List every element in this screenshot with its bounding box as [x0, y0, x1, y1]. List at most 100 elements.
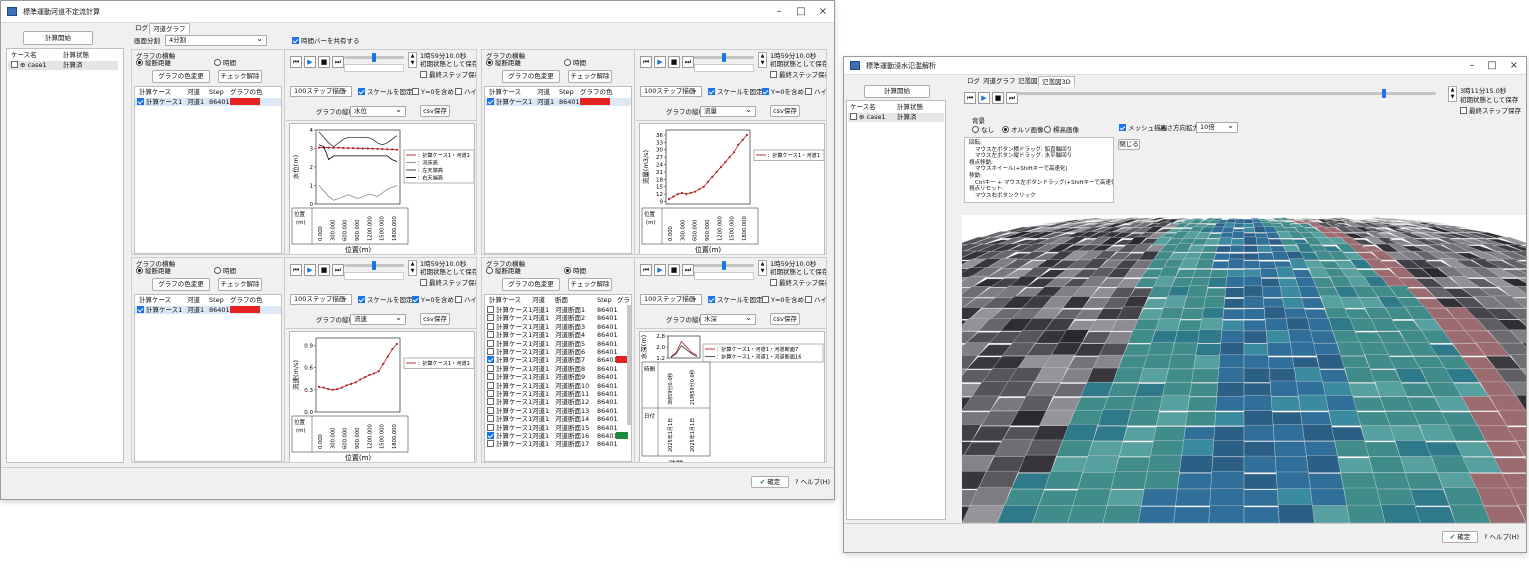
final-step-checkbox[interactable]: [770, 279, 777, 286]
row-checkbox[interactable]: [487, 339, 494, 347]
save-initial-label[interactable]: 初期状態として保存: [420, 60, 476, 68]
change-color-button[interactable]: グラフの色変更: [152, 278, 210, 291]
close-button[interactable]: 閉じる: [1118, 139, 1140, 150]
split-select[interactable]: 4分割: [165, 35, 267, 46]
play-icon[interactable]: ▶: [304, 56, 316, 68]
first-frame-icon[interactable]: ⏮: [964, 92, 976, 104]
final-step-checkbox[interactable]: [770, 71, 777, 78]
stop-icon[interactable]: ■: [668, 264, 680, 276]
step-draw-select[interactable]: 100ステップ描画: [640, 86, 702, 97]
row-checkbox[interactable]: [137, 98, 144, 105]
include-zero-checkbox[interactable]: [762, 88, 769, 95]
row-color-swatch[interactable]: [230, 306, 260, 313]
x-axis-distance-radio[interactable]: [486, 267, 493, 274]
row-checkbox[interactable]: [487, 381, 494, 389]
final-step-checkbox[interactable]: [1460, 107, 1467, 114]
row-checkbox[interactable]: [487, 348, 494, 355]
bg-ortho-radio[interactable]: [1002, 126, 1009, 133]
uncheck-all-button[interactable]: チェック解除: [568, 278, 612, 291]
maximize-icon[interactable]: □: [791, 4, 811, 19]
row-checkbox[interactable]: [487, 314, 494, 322]
time-spinner[interactable]: ▲ ▼: [408, 52, 417, 68]
last-frame-icon[interactable]: ⏭: [682, 56, 694, 68]
hyeto-checkbox[interactable]: [805, 296, 812, 303]
time-slider-thumb[interactable]: [372, 53, 376, 62]
uncheck-all-button[interactable]: チェック解除: [218, 278, 262, 291]
fix-scale-checkbox[interactable]: [708, 88, 715, 95]
close-icon[interactable]: ×: [1504, 58, 1524, 73]
y-axis-select[interactable]: 水深: [700, 314, 756, 325]
x-axis-distance-radio[interactable]: [136, 267, 143, 274]
table-scrollbar[interactable]: [627, 305, 631, 425]
include-zero-checkbox[interactable]: [412, 88, 419, 95]
row-checkbox[interactable]: [487, 331, 494, 339]
csv-save-button[interactable]: csv保存: [770, 105, 800, 117]
time-spinner[interactable]: ▲ ▼: [408, 260, 417, 276]
row-checkbox[interactable]: [487, 306, 494, 313]
tab-flood-map[interactable]: 氾濫図: [1015, 76, 1041, 87]
row-checkbox[interactable]: [487, 415, 494, 423]
csv-save-button[interactable]: csv保存: [770, 313, 800, 325]
row-color-swatch[interactable]: [580, 98, 610, 105]
hyeto-checkbox[interactable]: [455, 88, 462, 95]
help-button[interactable]: ? ヘルプ(H): [795, 478, 830, 486]
fix-scale-checkbox[interactable]: [358, 296, 365, 303]
x-axis-time-radio[interactable]: [214, 59, 221, 66]
time-slider[interactable]: [1016, 89, 1436, 98]
y-axis-select[interactable]: 流量: [700, 106, 756, 117]
time-spinner[interactable]: ▲ ▼: [758, 52, 767, 68]
row-checkbox[interactable]: [487, 406, 494, 414]
final-step-checkbox[interactable]: [420, 71, 427, 78]
minimize-icon[interactable]: –: [1462, 58, 1482, 73]
play-icon[interactable]: ▶: [654, 56, 666, 68]
first-frame-icon[interactable]: ⏮: [640, 56, 652, 68]
y-axis-select[interactable]: 水位: [350, 106, 406, 117]
bg-elev-radio[interactable]: [1044, 126, 1051, 133]
time-slider[interactable]: [344, 261, 404, 270]
play-icon[interactable]: ▶: [654, 264, 666, 276]
row-checkbox[interactable]: [487, 356, 494, 364]
step-draw-select[interactable]: 100ステップ描画: [640, 294, 702, 305]
maximize-icon[interactable]: □: [1482, 58, 1502, 73]
x-axis-distance-radio[interactable]: [136, 59, 143, 66]
mesh-draw-checkbox[interactable]: [1119, 124, 1126, 131]
first-frame-icon[interactable]: ⏮: [640, 264, 652, 276]
y-axis-select[interactable]: 流速: [350, 314, 406, 325]
tab-flood-map-3d[interactable]: 氾濫図3D: [1038, 76, 1075, 87]
time-slider[interactable]: [694, 261, 754, 270]
csv-save-button[interactable]: csv保存: [420, 313, 450, 325]
uncheck-all-button[interactable]: チェック解除: [568, 70, 612, 83]
bg-none-radio[interactable]: [972, 126, 979, 133]
row-checkbox[interactable]: [487, 322, 494, 330]
last-frame-icon[interactable]: ⏭: [332, 56, 344, 68]
share-time-bar-checkbox[interactable]: [292, 37, 299, 44]
row-checkbox[interactable]: [487, 432, 494, 439]
tab-river-graph[interactable]: 河道グラフ: [980, 76, 1019, 87]
row-checkbox[interactable]: [487, 423, 494, 431]
row-checkbox[interactable]: [487, 390, 494, 397]
start-calc-button[interactable]: 計算開始: [864, 85, 930, 98]
time-slider-thumb[interactable]: [1382, 89, 1386, 98]
row-checkbox[interactable]: [487, 440, 494, 448]
time-slider[interactable]: [694, 53, 754, 62]
first-frame-icon[interactable]: ⏮: [290, 264, 302, 276]
height-zoom-select[interactable]: 10倍: [1196, 122, 1238, 133]
row-color-swatch[interactable]: [230, 98, 260, 105]
last-frame-icon[interactable]: ⏭: [682, 264, 694, 276]
save-initial-label[interactable]: 初期状態として保存: [1460, 96, 1518, 104]
change-color-button[interactable]: グラフの色変更: [502, 70, 560, 83]
time-slider[interactable]: [344, 53, 404, 62]
uncheck-all-button[interactable]: チェック解除: [218, 70, 262, 83]
row-checkbox[interactable]: [487, 373, 494, 381]
include-zero-checkbox[interactable]: [762, 296, 769, 303]
save-initial-label[interactable]: 初期状態として保存: [420, 268, 476, 276]
fix-scale-checkbox[interactable]: [708, 296, 715, 303]
tab-river-graph[interactable]: 河道グラフ: [149, 23, 190, 34]
hyeto-checkbox[interactable]: [455, 296, 462, 303]
change-color-button[interactable]: グラフの色変更: [152, 70, 210, 83]
time-slider-thumb[interactable]: [372, 261, 376, 270]
hyeto-checkbox[interactable]: [805, 88, 812, 95]
stop-icon[interactable]: ■: [318, 264, 330, 276]
row-checkbox[interactable]: [137, 306, 144, 313]
time-spinner[interactable]: ▲ ▼: [1448, 86, 1457, 102]
